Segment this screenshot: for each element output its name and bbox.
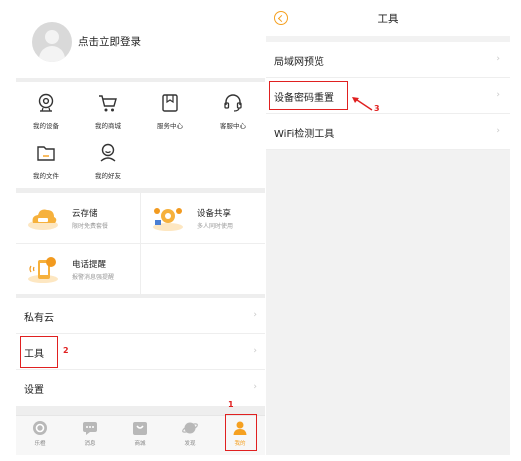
camera-icon [38, 93, 54, 112]
feature-grid: 我的设备 我的商城 服务中心 客服中心 我的文件 我的好友 [16, 82, 265, 188]
grid-item-my-devices[interactable]: 我的设备 [26, 92, 66, 130]
menu-row-private-cloud[interactable]: 私有云 › [16, 298, 265, 334]
tab-messages[interactable]: 消息 [72, 420, 108, 447]
chevron-right-icon: › [496, 90, 500, 100]
tab-label: 乐橙 [34, 441, 46, 447]
service-cards: 云存储 限时免费套餐 设备共享 多人同时使用 电话提醒 报警消息强提醒 [16, 193, 265, 294]
card-subtitle: 限时免费套餐 [72, 223, 109, 230]
grid-item-my-friends[interactable]: 我的好友 [88, 142, 128, 180]
discover-icon [182, 422, 198, 434]
row-label: 设置 [24, 385, 44, 396]
home-icon [33, 421, 47, 435]
grid-item-my-files[interactable]: 我的文件 [26, 142, 66, 180]
card-title: 设备共享 [197, 209, 232, 219]
annotation-box-password-reset [269, 81, 348, 110]
page-title: 工具 [377, 13, 399, 25]
tab-home[interactable]: 乐橙 [22, 420, 58, 447]
grid-label: 我的设备 [33, 122, 59, 130]
chevron-right-icon: › [253, 346, 257, 356]
chevron-right-icon: › [253, 382, 257, 392]
tools-header: 工具 [266, 0, 510, 36]
tool-row-lan-preview[interactable]: 局域网预览 › [266, 42, 510, 78]
tab-discover[interactable]: 发现 [172, 420, 208, 447]
card-title: 电话提醒 [72, 260, 107, 270]
grid-item-my-mall[interactable]: 我的商城 [88, 92, 128, 130]
tab-label: 商城 [134, 441, 146, 447]
chevron-right-icon: › [253, 310, 257, 320]
tab-mall[interactable]: 商城 [122, 420, 158, 447]
headset-icon [224, 94, 242, 112]
card-device-share[interactable]: 设备共享 多人同时使用 [141, 193, 265, 243]
grid-label: 我的好友 [95, 172, 121, 180]
annotation-number: 2 [63, 346, 69, 355]
grid-item-customer-service[interactable]: 客服中心 [213, 92, 253, 130]
grid-label: 我的文件 [33, 172, 59, 180]
card-subtitle: 多人同时使用 [197, 223, 234, 230]
login-link[interactable]: 点击立即登录 [78, 34, 141, 49]
grid-label: 我的商城 [95, 122, 121, 130]
tab-label: 发现 [184, 441, 196, 447]
chevron-right-icon: › [496, 126, 500, 136]
row-label: 私有云 [24, 313, 54, 324]
annotation-number: 1 [228, 400, 234, 409]
message-icon [83, 422, 97, 435]
my-page: 点击立即登录 我的设备 我的商城 服务中心 客服中心 我的文件 我的好友 云存储… [16, 0, 265, 455]
grid-label: 客服中心 [220, 122, 246, 130]
tool-row-wifi-check[interactable]: WiFi检测工具 › [266, 114, 510, 150]
device-share-icon [153, 208, 183, 231]
grid-label: 服务中心 [157, 122, 183, 130]
phone-alert-icon [28, 257, 58, 283]
friend-icon [100, 143, 116, 162]
mall-icon [133, 422, 147, 435]
annotation-number: 3 [374, 104, 380, 113]
card-phone-alert[interactable]: 电话提醒 报警消息强提醒 [16, 244, 140, 294]
annotation-arrow-icon [352, 97, 373, 111]
row-label: WiFi检测工具 [274, 129, 335, 140]
profile-section[interactable]: 点击立即登录 [16, 0, 265, 78]
annotation-box-me-tab [225, 414, 257, 451]
avatar[interactable] [32, 22, 72, 62]
annotation-box-tools [20, 336, 58, 368]
cloud-storage-icon [28, 209, 58, 230]
shopping-cart-icon [99, 95, 117, 112]
tools-page: 工具 局域网预览 › 设备密码重置 › WiFi检测工具 › 3 [266, 0, 510, 455]
grid-item-service-center[interactable]: 服务中心 [150, 92, 190, 130]
tab-label: 消息 [84, 441, 96, 447]
chevron-right-icon: › [496, 54, 500, 64]
folder-icon [37, 146, 55, 161]
card-cloud-storage[interactable]: 云存储 限时免费套餐 [16, 193, 140, 243]
service-center-icon [162, 94, 178, 112]
row-label: 局域网预览 [274, 57, 324, 68]
card-subtitle: 报警消息强提醒 [72, 274, 115, 281]
card-title: 云存储 [72, 209, 98, 219]
